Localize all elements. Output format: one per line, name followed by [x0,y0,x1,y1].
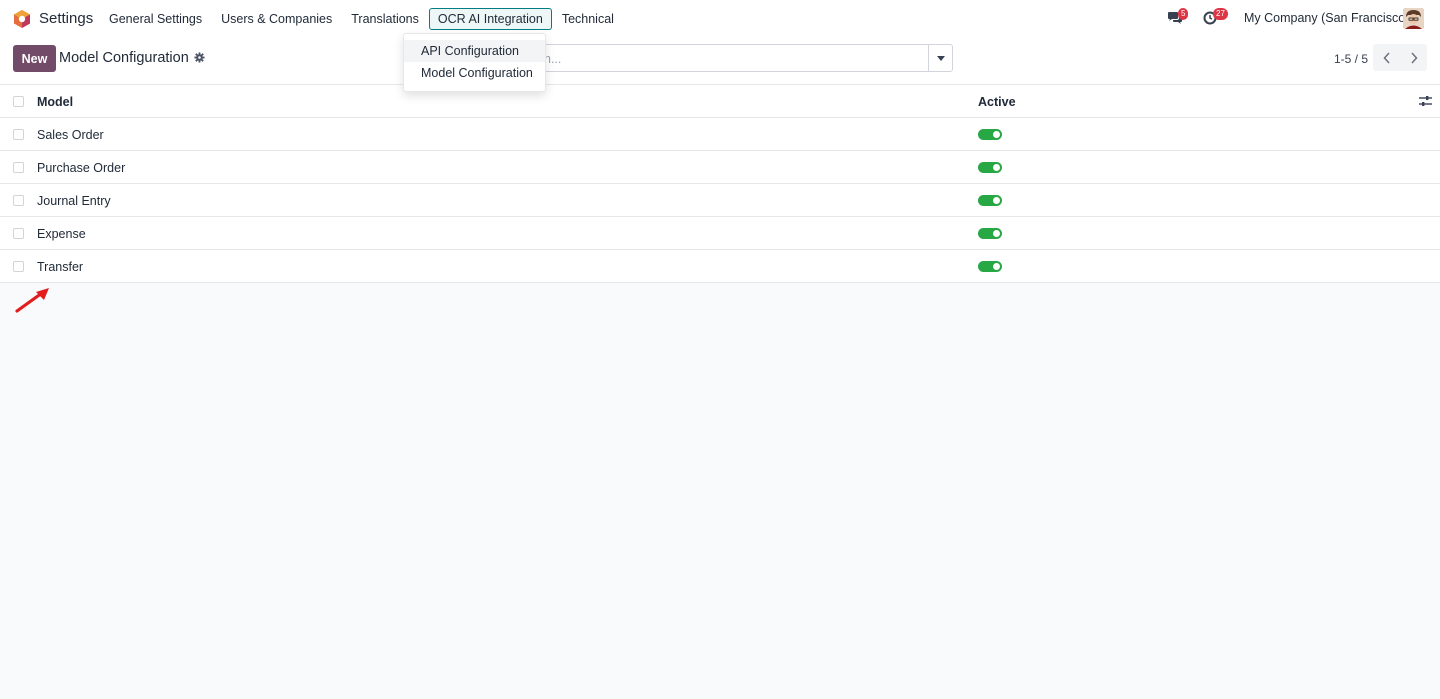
ocr-ai-dropdown-menu: API Configuration Model Configuration [403,33,546,92]
top-navbar: Settings General Settings Users & Compan… [0,0,1440,37]
row-checkbox[interactable] [13,261,24,272]
main-menu: General Settings Users & Companies Trans… [100,8,624,30]
caret-down-icon [936,55,945,61]
dropdown-item-model-configuration[interactable]: Model Configuration [404,62,545,84]
page-title: Model Configuration [59,50,189,66]
activity-count-badge: 27 [1213,8,1228,20]
annotation-arrow-icon [15,288,49,313]
table-row[interactable]: Journal Entry [0,184,1440,217]
menu-translations[interactable]: Translations [342,8,428,30]
chat-count-badge: 5 [1178,8,1189,20]
avatar-icon [1403,8,1424,29]
cell-model: Transfer [37,260,84,274]
column-header-model[interactable]: Model [37,95,73,109]
cell-model: Journal Entry [37,194,111,208]
active-toggle[interactable] [978,228,1002,239]
gear-icon[interactable] [194,52,205,63]
active-toggle[interactable] [978,195,1002,206]
menu-ocr-ai-integration[interactable]: OCR AI Integration [428,8,552,30]
table-row[interactable]: Expense [0,217,1440,250]
table-row[interactable]: Sales Order [0,118,1440,151]
dropdown-item-api-configuration[interactable]: API Configuration [404,40,545,62]
row-checkbox[interactable] [13,195,24,206]
search-placeholder: h... [544,52,562,66]
chevron-left-icon [1382,51,1390,64]
table-row[interactable]: Purchase Order [0,151,1440,184]
new-button[interactable]: New [13,45,56,72]
active-toggle[interactable] [978,162,1002,173]
column-header-active[interactable]: Active [978,95,1016,109]
cell-model: Purchase Order [37,161,126,175]
active-toggle[interactable] [978,129,1002,140]
cell-model: Expense [37,227,86,241]
optional-columns-icon[interactable] [1419,95,1432,107]
row-checkbox[interactable] [13,228,24,239]
pager-value[interactable]: 1-5 / 5 [1334,52,1368,66]
search-options-toggle[interactable] [928,45,952,71]
app-name[interactable]: Settings [39,10,93,27]
menu-users-companies[interactable]: Users & Companies [212,8,341,30]
row-checkbox[interactable] [13,129,24,140]
company-switcher[interactable]: My Company (San Francisco) [1244,11,1409,25]
cell-model: Sales Order [37,128,104,142]
table-row[interactable]: Transfer [0,250,1440,283]
search-input[interactable] [510,44,953,72]
odoo-logo-icon[interactable] [12,9,32,29]
select-all-checkbox[interactable] [13,96,24,107]
pager-next-button[interactable] [1400,44,1427,71]
menu-general-settings[interactable]: General Settings [100,8,211,30]
control-panel: New Model Configuration h... 1-5 / 5 [0,37,1440,85]
user-avatar[interactable] [1403,8,1424,29]
chevron-right-icon [1410,51,1418,64]
pager-previous-button[interactable] [1373,44,1400,71]
active-toggle[interactable] [978,261,1002,272]
model-list: Model Active Sales Order Purchase Order … [0,85,1440,283]
list-header: Model Active [0,85,1440,118]
row-checkbox[interactable] [13,162,24,173]
menu-technical[interactable]: Technical [553,8,623,30]
